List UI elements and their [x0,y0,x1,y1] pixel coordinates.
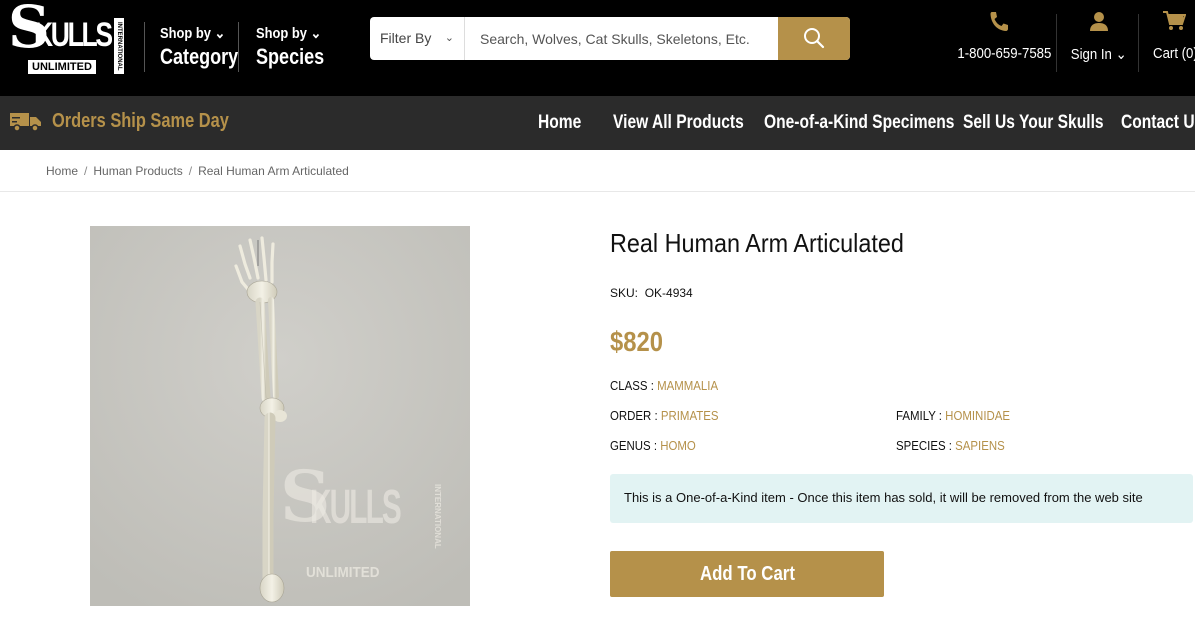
phone-icon [990,12,1008,31]
breadcrumb-divider [0,191,1195,192]
product-price: $820 [610,326,663,357]
add-to-cart-label: Add To Cart [699,562,795,585]
arm-skeleton-illustration [90,226,470,606]
chevron-down-icon: ⌄ [444,32,454,44]
chevron-down-icon: ⌄ [310,25,322,42]
sku-value: OK-4934 [644,286,693,300]
shop-by-label: Shop by [160,25,211,42]
logo-subtitle: UNLIMITED [28,60,96,75]
header-divider [1056,14,1057,72]
shop-by-species-label: Species [256,44,325,69]
cart-link[interactable]: Cart (0) [1150,10,1195,63]
phone-number: 1-800-659-7585 [957,45,1052,62]
user-icon [1090,12,1108,31]
search-input[interactable] [466,17,778,60]
logo-wordmark: KULLS [34,16,113,54]
sign-in-menu[interactable]: Sign In ⌄ [1066,10,1132,64]
shipping-banner: Orders Ship Same Day [10,110,268,133]
genus-value[interactable]: HOMO [660,438,696,453]
taxonomy-order: ORDER : PRIMATES [610,408,719,423]
one-of-a-kind-notice: This is a One-of-a-Kind item - Once this… [610,474,1193,523]
class-label: CLASS : [610,378,654,393]
breadcrumb-separator: / [84,164,88,178]
main-nav: Orders Ship Same Day Home View All Produ… [0,96,1195,150]
breadcrumb-current: Real Human Arm Articulated [198,164,349,178]
watermark-subtitle: UNLIMITED [306,564,380,581]
species-label: SPECIES : [896,438,952,453]
site-logo[interactable]: S KULLS UNLIMITED INTERNATIONAL [8,0,124,80]
sign-in-label: Sign In [1071,46,1113,63]
class-value[interactable]: MAMMALIA [657,378,718,393]
cart-label: Cart (0) [1153,45,1195,62]
breadcrumb-home[interactable]: Home [46,164,78,178]
breadcrumb-separator: / [188,164,193,178]
phone-link[interactable]: 1-800-659-7585 [951,10,1051,63]
genus-label: GENUS : [610,438,658,453]
breadcrumb: Home / Human Products / Real Human Arm Artic… [46,164,349,178]
header-divider [144,22,145,72]
order-value[interactable]: PRIMATES [661,408,719,423]
filter-label: Filter By [380,30,432,46]
shop-by-category-label: Category [160,44,239,69]
nav-view-all-products[interactable]: View All Products [613,112,744,134]
taxonomy-class: CLASS : MAMMALIA [610,378,718,393]
shop-by-species-menu[interactable]: Shop by ⌄ Species [256,24,339,70]
filter-dropdown[interactable]: Filter By ⌄ [370,17,465,60]
order-label: ORDER : [610,408,658,423]
nav-one-of-a-kind[interactable]: One-of-a-Kind Specimens [764,112,954,134]
chevron-down-icon: ⌄ [1115,46,1127,63]
cart-icon [1163,11,1187,30]
search-bar: Filter By ⌄ [370,17,850,60]
family-value[interactable]: HOMINIDAE [945,408,1010,423]
nav-sell-your-skulls[interactable]: Sell Us Your Skulls [963,112,1104,134]
taxonomy-genus: GENUS : HOMO [610,438,696,453]
site-header: S KULLS UNLIMITED INTERNATIONAL Shop by … [0,0,1195,96]
taxonomy-species: SPECIES : SAPIENS [896,438,1005,453]
search-button[interactable] [778,17,850,60]
nav-home[interactable]: Home [538,112,581,134]
breadcrumb-human-products[interactable]: Human Products [93,164,182,178]
logo-tagline: INTERNATIONAL [114,18,124,74]
shop-by-label: Shop by [256,25,307,42]
species-value[interactable]: SAPIENS [955,438,1005,453]
sku-label: SKU: [610,286,639,300]
watermark-tagline: INTERNATIONAL [433,484,442,549]
family-label: FAMILY : [896,408,942,423]
product-title: Real Human Arm Articulated [610,228,904,258]
shipping-banner-text: Orders Ship Same Day [52,110,229,132]
shop-by-category-menu[interactable]: Shop by ⌄ Category [160,24,255,70]
taxonomy-family: FAMILY : HOMINIDAE [896,408,1010,423]
chevron-down-icon: ⌄ [214,25,226,42]
truck-icon [10,112,41,132]
product-image[interactable]: S KULLS UNLIMITED INTERNATIONAL [90,226,470,606]
add-to-cart-button[interactable]: Add To Cart [610,551,884,597]
header-divider [238,22,239,72]
search-icon [804,28,825,49]
product-sku: SKU: OK-4934 [610,286,693,300]
header-divider [1138,14,1139,72]
nav-contact-us[interactable]: Contact Us [1121,112,1195,134]
